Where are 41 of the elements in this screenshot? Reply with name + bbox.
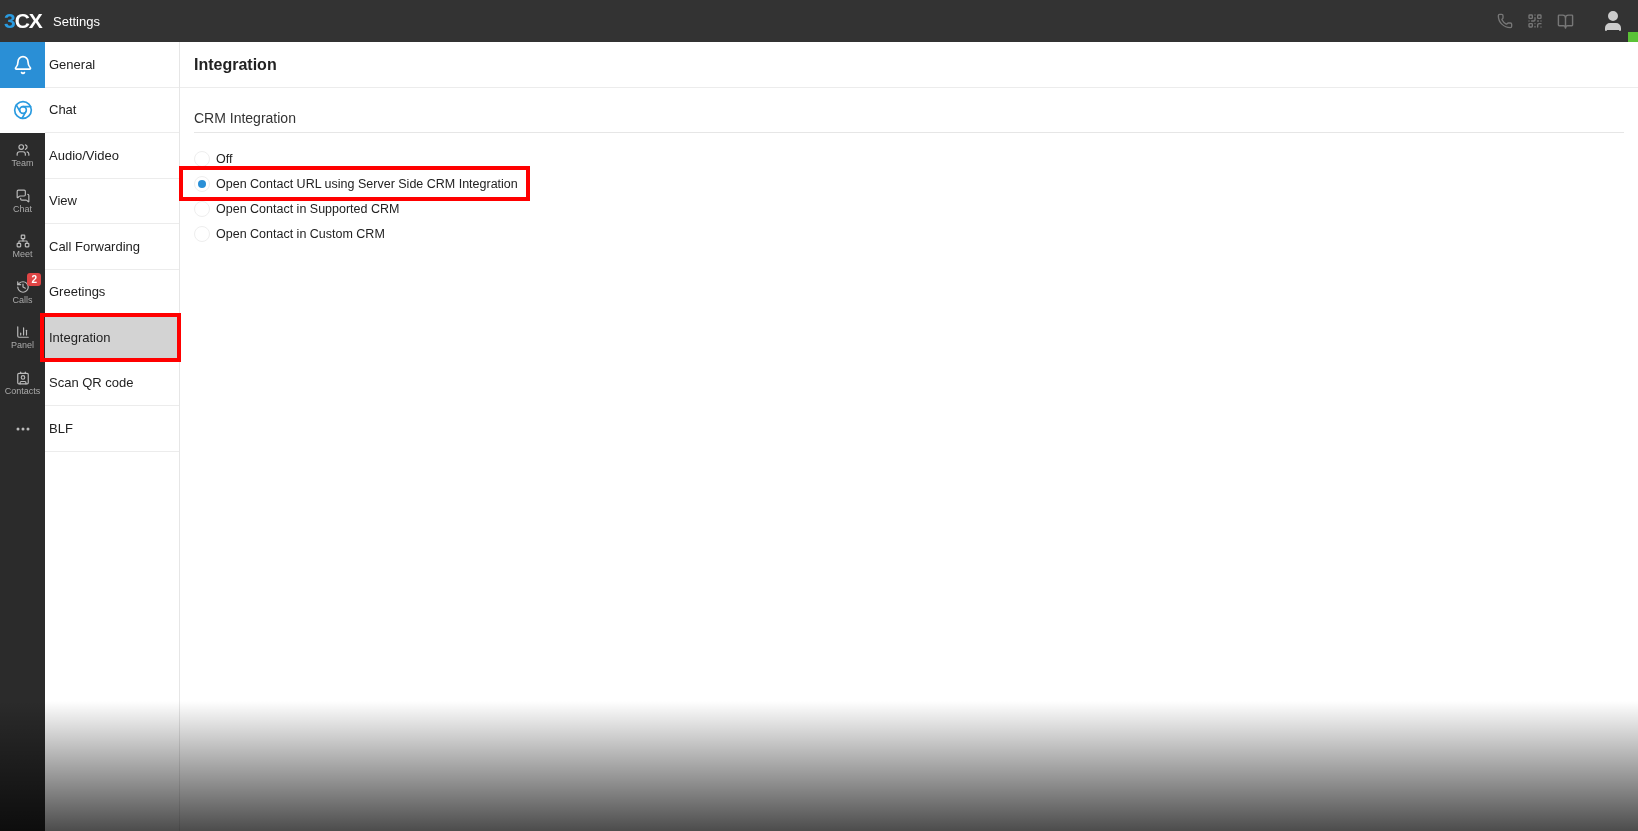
rail-label: Contacts [4,385,41,396]
more-icon [15,426,30,431]
settings-menu-item[interactable]: Greetings [45,269,179,315]
settings-menu-item[interactable]: View [45,178,179,224]
calls-icon [15,279,30,294]
rail-item[interactable]: Meet [0,224,45,270]
contacts-icon [15,370,30,385]
radio-label: Open Contact in Supported CRM [216,201,400,216]
settings-menu-item[interactable]: General [45,42,179,88]
radio-label: Off [216,151,233,166]
radio-label: Open Contact URL using Server Side CRM Integration [216,176,518,191]
page-title: Integration [194,55,277,74]
radio-label: Open Contact in Custom CRM [216,226,385,241]
section-title: CRM Integration [194,110,1624,133]
rail-label: Panel [11,340,34,351]
settings-menu-item[interactable]: Audio/Video [45,133,179,179]
book-icon[interactable] [1557,12,1574,30]
panel-icon [15,325,30,340]
rail-item[interactable]: Chat [0,178,45,224]
rail-item[interactable]: Contacts [0,360,45,406]
rail-item[interactable]: Team [0,133,45,179]
bell-icon [12,54,33,75]
meet-icon [15,234,30,249]
rail-label: Meet [12,249,33,260]
settings-menu-item[interactable]: Scan QR code [45,360,179,406]
phone-icon[interactable] [1497,13,1513,29]
rail-label: Chat [13,203,32,214]
settings-menu-item[interactable]: Call Forwarding [45,224,179,270]
app-logo: 3CX [4,9,44,33]
rail-label: Team [11,158,34,169]
qr-code-icon[interactable] [1527,13,1543,29]
chrome-icon [12,100,33,121]
team-icon [15,143,30,158]
rail-item[interactable]: Calls 2 [0,269,45,315]
rail-label: Calls [12,294,33,305]
app-title: Settings [53,13,100,29]
chat-icon [15,188,30,203]
rail-item[interactable]: Panel [0,315,45,361]
settings-menu-item[interactable]: Chat [45,87,179,133]
count-badge: 2 [27,272,41,286]
settings-menu-item[interactable]: BLF [45,406,179,452]
